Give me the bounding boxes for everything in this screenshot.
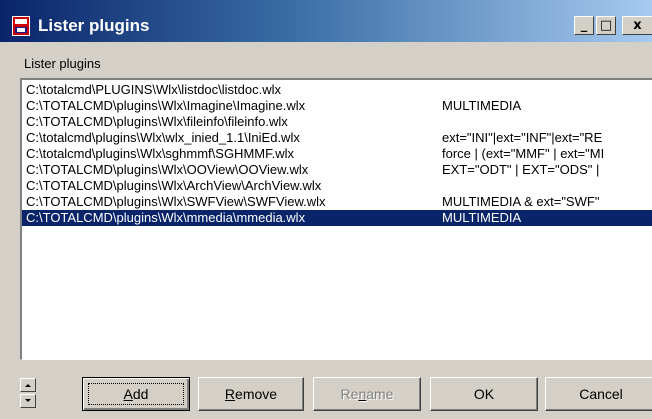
ok-button[interactable]: OK (430, 377, 538, 411)
group-label: Lister plugins (24, 56, 101, 71)
plugin-list-item[interactable]: C:\TOTALCMD\plugins\Wlx\Imagine\Imagine.… (22, 98, 652, 114)
close-button[interactable]: x (622, 16, 652, 35)
cancel-button[interactable]: Cancel (545, 377, 652, 411)
minimize-icon: _ (580, 18, 588, 33)
plugin-detect-string: MULTIMEDIA & ext="SWF" (442, 194, 600, 209)
plugin-detect-string: MULTIMEDIA (442, 210, 522, 225)
move-down-button[interactable] (20, 394, 36, 408)
plugin-list-item[interactable]: C:\TOTALCMD\plugins\Wlx\ArchView\ArchVie… (22, 178, 652, 194)
arrow-down-icon (25, 399, 31, 402)
app-icon (12, 16, 30, 36)
plugin-list-item[interactable]: C:\totalcmd\PLUGINS\Wlx\listdoc\listdoc.… (22, 82, 652, 98)
plugin-list-item[interactable]: C:\TOTALCMD\plugins\Wlx\OOView\OOView.wl… (22, 162, 652, 178)
ok-label: OK (473, 386, 495, 402)
plugin-detect-string: ext="INI"|ext="INF"|ext="RE (442, 130, 603, 145)
plugin-path: C:\totalcmd\plugins\Wlx\wlx_inied_1.1\In… (26, 130, 300, 145)
plugin-path: C:\TOTALCMD\plugins\Wlx\SWFView\SWFView.… (26, 194, 326, 209)
remove-label-accel: R (224, 386, 236, 402)
plugin-path: C:\TOTALCMD\plugins\Wlx\mmedia\mmedia.wl… (26, 210, 306, 225)
plugin-path: C:\totalcmd\plugins\Wlx\sghmmf\SGHMMF.wl… (26, 146, 294, 161)
rename-label-pre: Re (340, 386, 359, 402)
plugin-detect-string: MULTIMEDIA (442, 98, 522, 113)
plugin-list-item[interactable]: C:\TOTALCMD\plugins\Wlx\SWFView\SWFView.… (22, 194, 652, 210)
plugin-listbox[interactable]: C:\totalcmd\PLUGINS\Wlx\listdoc\listdoc.… (20, 78, 652, 360)
plugin-path: C:\TOTALCMD\plugins\Wlx\Imagine\Imagine.… (26, 98, 306, 113)
rename-button[interactable]: Rename (313, 377, 421, 411)
plugin-path: C:\TOTALCMD\plugins\Wlx\OOView\OOView.wl… (26, 162, 309, 177)
maximize-icon: □ (599, 18, 613, 33)
close-icon: x (633, 18, 642, 33)
plugin-path: C:\totalcmd\PLUGINS\Wlx\listdoc\listdoc.… (26, 82, 282, 97)
rename-label-post: ame (366, 386, 394, 402)
cancel-label: Cancel (579, 386, 623, 402)
plugin-list-item[interactable]: C:\TOTALCMD\plugins\Wlx\mmedia\mmedia.wl… (22, 210, 652, 226)
plugin-path: C:\TOTALCMD\plugins\Wlx\fileinfo\fileinf… (26, 114, 288, 129)
move-up-button[interactable] (20, 378, 36, 392)
minimize-button[interactable]: _ (574, 16, 594, 35)
plugin-list-item[interactable]: C:\totalcmd\plugins\Wlx\wlx_inied_1.1\In… (22, 130, 652, 146)
plugin-list-item[interactable]: C:\totalcmd\plugins\Wlx\sghmmf\SGHMMF.wl… (22, 146, 652, 162)
window-title: Lister plugins (38, 16, 150, 35)
remove-label-post: emove (235, 386, 278, 402)
arrow-up-icon (25, 384, 31, 387)
plugin-path: C:\TOTALCMD\plugins\Wlx\ArchView\ArchVie… (26, 178, 322, 193)
plugin-list-item[interactable]: C:\TOTALCMD\plugins\Wlx\fileinfo\fileinf… (22, 114, 652, 130)
add-button[interactable]: Add (82, 377, 190, 411)
lister-plugins-dialog: Lister plugins _ □ x Lister plugins C:\t… (0, 0, 652, 419)
focus-rect (88, 383, 184, 405)
title-bar[interactable]: Lister plugins _ □ x (0, 0, 652, 42)
plugin-detect-string: EXT="ODT" | EXT="ODS" | (442, 162, 600, 177)
maximize-button[interactable]: □ (596, 16, 616, 35)
plugin-detect-string: force | (ext="MMF" | ext="MI (442, 146, 605, 161)
remove-button[interactable]: Remove (198, 377, 304, 411)
